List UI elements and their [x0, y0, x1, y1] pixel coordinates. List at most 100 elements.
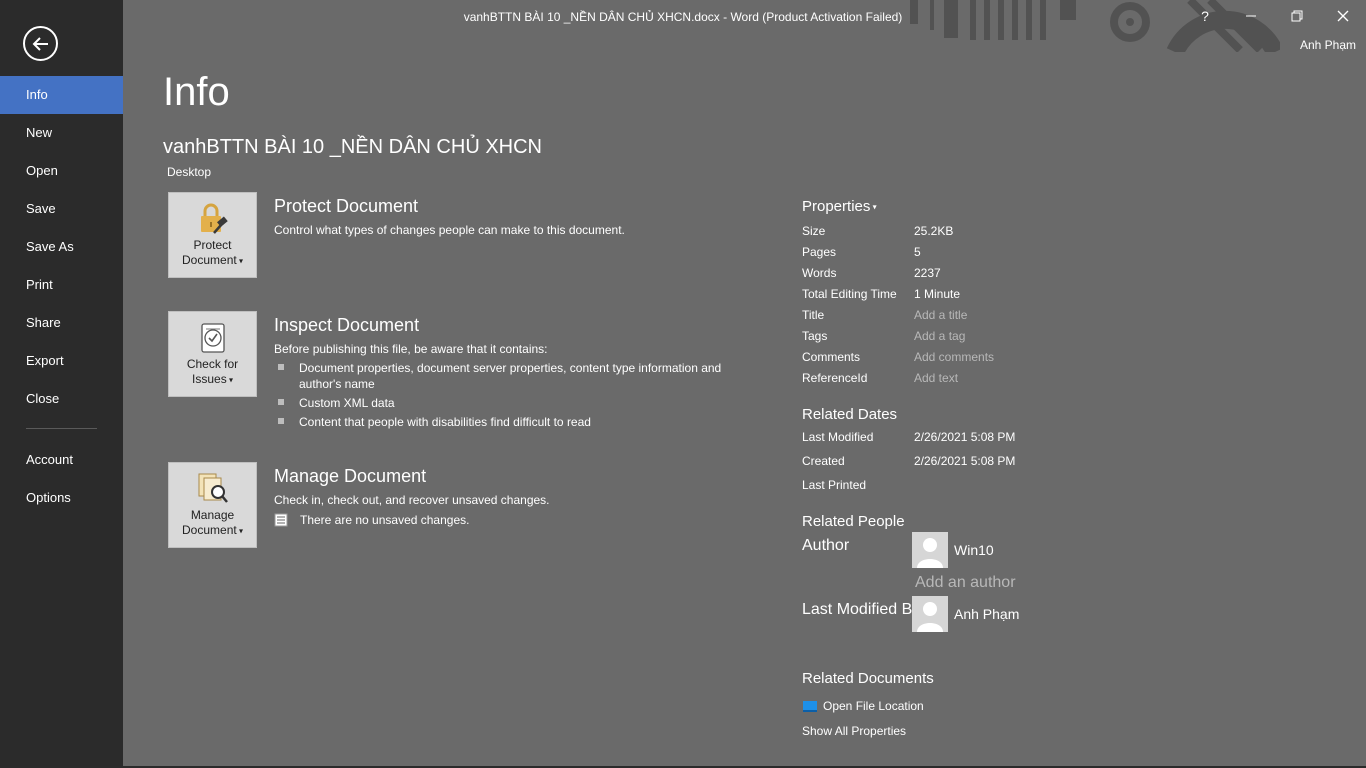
related-dates-heading: Related Dates: [802, 406, 898, 423]
document-title: vanhBTTN BÀI 10 _NỀN DÂN CHỦ XHCN: [163, 136, 542, 158]
close-icon: [1337, 10, 1349, 22]
word-backstage: Info New Open Save Save As Print Share E…: [0, 0, 1366, 768]
unsaved-changes-text: There are no unsaved changes.: [300, 513, 470, 527]
user-silhouette-icon: [917, 538, 943, 568]
properties-panel: Properties ▾ Size 25.2KB Pages 5 Words 2…: [802, 198, 1262, 738]
date-label: Created: [802, 454, 845, 468]
account-user-name[interactable]: Anh Phạm: [1300, 38, 1356, 52]
property-value: 1 Minute: [914, 287, 961, 301]
nav-item-close[interactable]: Close: [0, 380, 123, 418]
dropdown-caret-icon: ▾: [236, 526, 243, 535]
check-tile-label-2: Issues: [192, 371, 227, 386]
property-row: Words 2237: [802, 263, 1262, 284]
protect-tile-label-1: Protect: [193, 237, 232, 252]
property-label: Size: [802, 224, 826, 238]
manage-document-button[interactable]: Manage Document ▾: [168, 462, 257, 548]
property-label: Words: [802, 266, 837, 280]
last-modified-by-label: Last Modified By: [802, 601, 921, 618]
property-value: 2237: [914, 266, 941, 280]
manage-tile-label-1: Manage: [190, 507, 235, 522]
back-button[interactable]: [23, 26, 58, 61]
nav-item-options[interactable]: Options: [0, 479, 123, 517]
restore-button[interactable]: [1274, 0, 1320, 32]
protect-document-heading: Protect Document: [274, 196, 419, 216]
check-tile-label-1: Check for: [186, 356, 239, 371]
manage-document-heading: Manage Document: [274, 466, 427, 486]
property-row: ReferenceId Add text: [802, 368, 1262, 389]
related-people-heading: Related People: [802, 513, 905, 530]
date-label: Last Printed: [802, 478, 867, 492]
nav-item-print[interactable]: Print: [0, 266, 123, 304]
protect-tile-label-2: Document: [182, 252, 237, 267]
close-window-button[interactable]: [1320, 0, 1366, 32]
date-row: Created 2/26/2021 5:08 PM: [802, 451, 1262, 475]
inspect-bullet-item: Custom XML data: [274, 395, 744, 411]
nav-item-open[interactable]: Open: [0, 152, 123, 190]
property-label: Comments: [802, 350, 861, 364]
nav-item-save[interactable]: Save: [0, 190, 123, 228]
add-author-field[interactable]: Add an author: [915, 574, 1016, 592]
title-field[interactable]: Add a title: [914, 308, 967, 322]
avatar: [912, 532, 948, 568]
restore-icon: [1291, 10, 1303, 22]
property-value: 5: [914, 245, 921, 259]
manage-document-description: Check in, check out, and recover unsaved…: [274, 493, 550, 507]
nav-item-export[interactable]: Export: [0, 342, 123, 380]
property-row: Total Editing Time 1 Minute: [802, 284, 1262, 305]
nav-item-new[interactable]: New: [0, 114, 123, 152]
author-name: Win10: [954, 542, 994, 558]
author-person[interactable]: Win10: [912, 532, 994, 568]
property-label: Tags: [802, 329, 828, 343]
manage-document-section: Manage Document ▾ Manage Document Check …: [168, 462, 758, 552]
nav-item-info[interactable]: Info: [0, 76, 123, 114]
property-value: 25.2KB: [914, 224, 954, 238]
comments-field[interactable]: Add comments: [914, 350, 994, 364]
check-for-issues-button[interactable]: Check for Issues ▾: [168, 311, 257, 397]
dropdown-caret-icon: ▾: [236, 256, 243, 265]
document-check-icon: [201, 323, 225, 353]
document-location: Desktop: [167, 165, 212, 179]
backstage-sidebar: Info New Open Save Save As Print Share E…: [0, 0, 123, 766]
arrow-left-icon: [32, 36, 48, 51]
minimize-button[interactable]: [1228, 0, 1274, 32]
property-row: Title Add a title: [802, 305, 1262, 326]
last-modified-by-name: Anh Phạm: [954, 606, 1020, 622]
author-label: Author: [802, 537, 850, 554]
referenceid-field[interactable]: Add text: [914, 371, 958, 385]
protect-document-section: Protect Document ▾ Protect Document Cont…: [168, 192, 758, 282]
folder-icon: [803, 701, 817, 712]
help-button[interactable]: ?: [1182, 0, 1228, 32]
inspect-bullet-item: Content that people with disabilities fi…: [274, 414, 744, 430]
nav-item-account[interactable]: Account: [0, 441, 123, 479]
property-row: Size 25.2KB: [802, 221, 1262, 242]
properties-heading[interactable]: Properties ▾: [802, 198, 1262, 215]
inspect-bullet-list: Document properties, document server pro…: [274, 360, 744, 433]
inspect-bullet-item: Document properties, document server pro…: [274, 360, 744, 392]
dropdown-caret-icon: ▾: [870, 202, 877, 212]
inspect-document-section: Check for Issues ▾ Inspect Document Befo…: [168, 311, 758, 441]
related-people-block: Author Win10 Add an author Last Modified…: [802, 530, 1262, 660]
property-label: Total Editing Time: [802, 287, 897, 301]
protect-document-button[interactable]: Protect Document ▾: [168, 192, 257, 278]
date-label: Last Modified: [802, 430, 874, 444]
page-title: Info: [163, 70, 230, 114]
nav-item-save-as[interactable]: Save As: [0, 228, 123, 266]
protect-document-description: Control what types of changes people can…: [274, 223, 625, 237]
documents-search-icon: [198, 473, 228, 503]
open-file-location-link[interactable]: Open File Location: [802, 699, 1262, 713]
last-modified-by-person[interactable]: Anh Phạm: [912, 596, 1019, 632]
tags-field[interactable]: Add a tag: [914, 329, 965, 343]
property-row: Tags Add a tag: [802, 326, 1262, 347]
backstage-nav: Info New Open Save Save As Print Share E…: [0, 76, 123, 517]
related-documents-heading: Related Documents: [802, 670, 934, 687]
inspect-document-heading: Inspect Document: [274, 315, 420, 335]
avatar: [912, 596, 948, 632]
unsaved-changes-status: There are no unsaved changes.: [274, 513, 469, 527]
property-label: Title: [802, 308, 825, 322]
nav-item-share[interactable]: Share: [0, 304, 123, 342]
lock-key-icon: [201, 203, 228, 234]
show-all-properties-link[interactable]: Show All Properties: [802, 724, 1262, 738]
property-row: Comments Add comments: [802, 347, 1262, 368]
date-row: Last Modified 2/26/2021 5:08 PM: [802, 427, 1262, 451]
property-label: Pages: [802, 245, 837, 259]
